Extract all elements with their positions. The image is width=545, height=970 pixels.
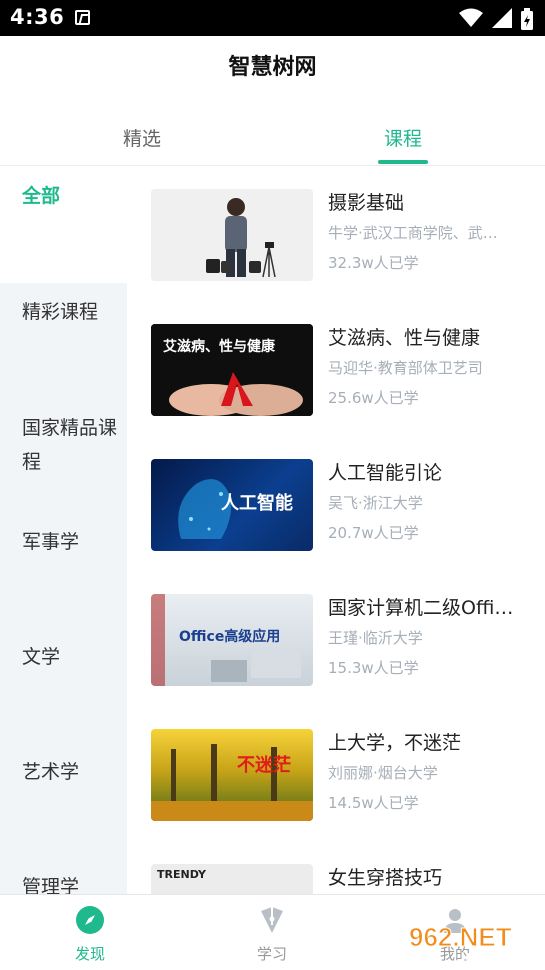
- tab-bar: 精选 课程: [0, 100, 545, 166]
- course-info: 国家计算机二级Offi… 王瑾·临沂大学 15.3w人已学: [328, 594, 528, 678]
- tab-featured[interactable]: 精选: [102, 124, 182, 151]
- thumbnail-caption: TRENDY: [157, 868, 206, 881]
- course-title: 女生穿搭技巧: [328, 867, 443, 889]
- status-icons: [455, 8, 533, 30]
- thumbnail-caption: 人工智能: [221, 493, 293, 514]
- course-learner-count: 32.3w人已学: [328, 254, 419, 272]
- course-title: 国家计算机二级Offi…: [328, 597, 514, 619]
- active-tab-indicator: [378, 160, 428, 164]
- category-art[interactable]: 艺术学: [0, 755, 127, 789]
- category-all[interactable]: 全部: [0, 167, 127, 283]
- course-teacher: 牛学·武汉工商学院、武…: [328, 224, 498, 242]
- category-military[interactable]: 军事学: [0, 525, 127, 559]
- course-info: 上大学，不迷茫 刘丽娜·烟台大学 14.5w人已学: [328, 729, 528, 813]
- course-card[interactable]: 不迷茫 上大学，不迷茫 刘丽娜·烟台大学 14.5w人已学: [151, 729, 541, 821]
- course-teacher: 马迎华·教育部体卫艺司: [328, 359, 483, 377]
- page-title: 智慧树网: [228, 55, 317, 80]
- thumbnail-caption: 艾滋病、性与健康: [163, 339, 275, 355]
- tab-courses[interactable]: 课程: [363, 124, 443, 151]
- course-title: 摄影基础: [328, 192, 405, 214]
- signal-icon: [491, 8, 512, 28]
- course-thumbnail: 艾滋病、性与健康: [151, 324, 313, 416]
- course-info: 艾滋病、性与健康 马迎华·教育部体卫艺司 25.6w人已学: [328, 324, 528, 408]
- course-thumbnail: [151, 189, 313, 281]
- course-list: 摄影基础 牛学·武汉工商学院、武… 32.3w人已学 艾滋病、性与健康 艾滋病、…: [127, 167, 545, 894]
- thumbnail-caption: 不迷茫: [237, 755, 291, 776]
- site-watermark-logo: 962.NET 乐游网: [409, 922, 514, 970]
- course-card[interactable]: Office高级应用 国家计算机二级Offi… 王瑾·临沂大学 15.3w人已学: [151, 594, 541, 686]
- course-card[interactable]: 摄影基础 牛学·武汉工商学院、武… 32.3w人已学: [151, 189, 541, 281]
- course-thumbnail: TRENDY: [151, 864, 313, 894]
- course-learner-count: 20.7w人已学: [328, 524, 419, 542]
- nav-discover-label: 发现: [74, 945, 105, 963]
- wifi-icon: [458, 8, 483, 27]
- course-title: 艾滋病、性与健康: [328, 327, 481, 349]
- status-bar: 4:36: [0, 0, 545, 36]
- status-time: 4:36: [10, 5, 65, 29]
- course-title: 上大学，不迷茫: [328, 732, 462, 754]
- course-thumbnail: Office高级应用: [151, 594, 313, 686]
- nav-discover[interactable]: 发现: [50, 905, 130, 964]
- notification-icon: [75, 10, 90, 25]
- course-teacher: 王瑾·临沂大学: [328, 629, 423, 647]
- category-literature[interactable]: 文学: [0, 640, 127, 674]
- course-teacher: 吴飞·浙江大学: [328, 494, 423, 512]
- course-thumbnail: 不迷茫: [151, 729, 313, 821]
- category-national-quality[interactable]: 国家精品课程: [0, 411, 127, 479]
- course-learner-count: 25.6w人已学: [328, 389, 419, 407]
- course-info: 人工智能引论 吴飞·浙江大学 20.7w人已学: [328, 459, 528, 543]
- nav-study-label: 学习: [256, 945, 287, 963]
- course-info: 摄影基础 牛学·武汉工商学院、武… 32.3w人已学: [328, 189, 528, 273]
- app-header: 智慧树网: [0, 36, 545, 100]
- course-teacher: 刘丽娜·烟台大学: [328, 764, 438, 782]
- category-sidebar: 全部 精彩课程 国家精品课程 军事学 文学 艺术学 管理学: [0, 167, 127, 894]
- compass-icon: [76, 906, 104, 934]
- course-info: 女生穿搭技巧: [328, 864, 528, 892]
- course-title: 人工智能引论: [328, 462, 443, 484]
- course-card[interactable]: 人工智能 人工智能引论 吴飞·浙江大学 20.7w人已学: [151, 459, 541, 551]
- course-card[interactable]: 艾滋病、性与健康 艾滋病、性与健康 马迎华·教育部体卫艺司 25.6w人已学: [151, 324, 541, 416]
- course-card[interactable]: TRENDY 女生穿搭技巧: [151, 864, 541, 894]
- category-featured-courses[interactable]: 精彩课程: [0, 295, 127, 329]
- svg-text:962.NET: 962.NET: [409, 922, 512, 952]
- course-learner-count: 15.3w人已学: [328, 659, 419, 677]
- thumbnail-caption: Office高级应用: [179, 629, 281, 645]
- nav-study[interactable]: 学习: [232, 905, 312, 964]
- course-learner-count: 14.5w人已学: [328, 794, 419, 812]
- category-management[interactable]: 管理学: [0, 870, 127, 894]
- pen-nib-icon: [261, 907, 283, 933]
- battery-icon: [521, 8, 533, 30]
- course-thumbnail: 人工智能: [151, 459, 313, 551]
- svg-text:乐游网: 乐游网: [465, 951, 513, 970]
